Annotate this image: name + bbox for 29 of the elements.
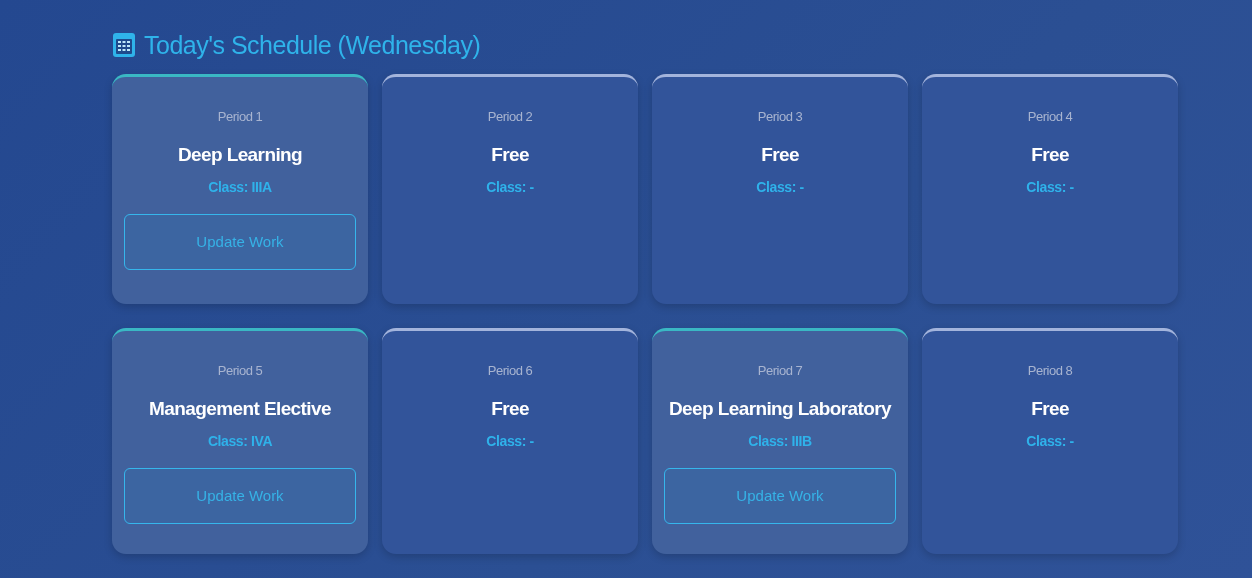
class-label: Class: IIIB	[747, 432, 813, 451]
subject-name: Free	[1030, 396, 1070, 421]
period-label: Period 5	[216, 362, 264, 380]
calendar-icon	[112, 32, 136, 58]
period-label: Period 2	[486, 108, 534, 126]
update-work-button[interactable]: Update Work	[124, 214, 356, 270]
class-label: Class: IVA	[206, 432, 274, 451]
subject-name: Management Elective	[148, 396, 332, 421]
period-label: Period 1	[216, 108, 264, 126]
class-label: Class: IIIA	[207, 178, 273, 197]
class-label: Class: -	[485, 178, 535, 197]
class-label: Class: -	[755, 178, 805, 197]
period-label: Period 4	[1026, 108, 1074, 126]
subject-name: Free	[1030, 142, 1070, 167]
period-label: Period 3	[756, 108, 804, 126]
subject-name: Deep Learning Laboratory	[667, 396, 893, 421]
class-label: Class: -	[1025, 432, 1075, 451]
period-label: Period 8	[1026, 362, 1074, 380]
subject-name: Free	[760, 142, 800, 167]
period-label: Period 6	[486, 362, 534, 380]
subject-name: Deep Learning	[176, 142, 304, 167]
subject-name: Free	[490, 142, 530, 167]
class-label: Class: -	[1025, 178, 1075, 197]
class-label: Class: -	[485, 432, 535, 451]
subject-name: Free	[490, 396, 530, 421]
update-work-button[interactable]: Update Work	[124, 468, 356, 524]
period-label: Period 7	[756, 362, 804, 380]
schedule-title: Today's Schedule (Wednesday)	[144, 30, 481, 60]
update-work-button[interactable]: Update Work	[664, 468, 896, 524]
